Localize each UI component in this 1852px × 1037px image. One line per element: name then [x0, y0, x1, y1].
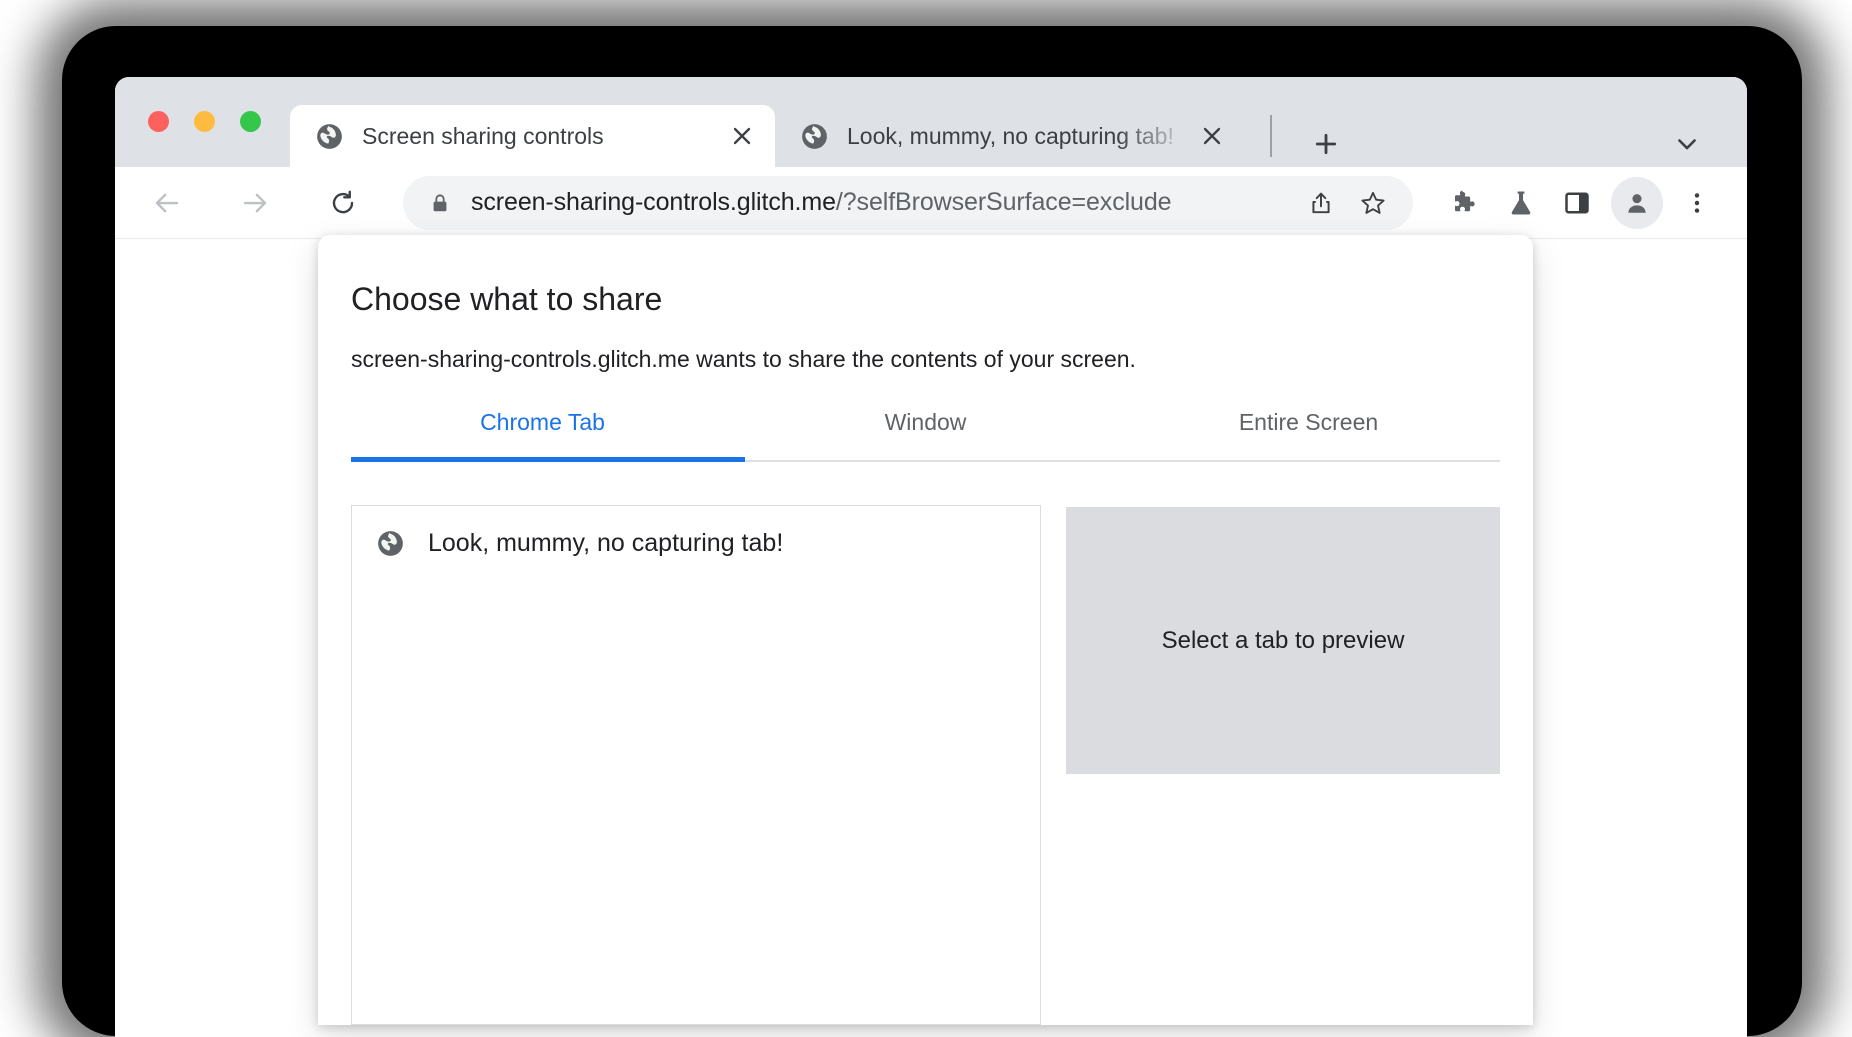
url-text: screen-sharing-controls.glitch.me/?selfB… [471, 188, 1295, 217]
minimize-window-button[interactable] [194, 111, 215, 132]
tab-title: Screen sharing controls [362, 122, 604, 149]
page-viewport: Choose what to share screen-sharing-cont… [115, 235, 1747, 1037]
close-tab-button[interactable] [1195, 119, 1229, 153]
person-icon[interactable] [1611, 176, 1663, 229]
close-window-button[interactable] [148, 111, 169, 132]
globe-icon [801, 123, 828, 150]
zoom-window-button[interactable] [240, 111, 261, 132]
url-host: screen-sharing-controls.glitch.me [471, 188, 836, 216]
browser-toolbar: screen-sharing-controls.glitch.me/?selfB… [115, 167, 1747, 239]
browser-tab-screen-sharing-controls[interactable]: Screen sharing controls [290, 105, 775, 167]
address-bar[interactable]: screen-sharing-controls.glitch.me/?selfB… [403, 175, 1413, 230]
tab-divider [1270, 115, 1272, 157]
tab-entire-screen[interactable]: Entire Screen [1117, 409, 1500, 460]
url-path: /?selfBrowserSurface=exclude [835, 188, 1172, 216]
star-icon[interactable] [1347, 177, 1399, 229]
share-picker-dialog: Choose what to share screen-sharing-cont… [318, 235, 1533, 1025]
three-dot-menu-icon[interactable] [1669, 175, 1725, 231]
tab-title: Look, mummy, no capturing tab! [847, 122, 1174, 149]
surface-type-tabs: Chrome Tab Window Entire Screen [351, 409, 1500, 462]
new-tab-button[interactable] [1298, 121, 1354, 167]
close-tab-button[interactable] [725, 119, 759, 153]
tab-chrome-tab[interactable]: Chrome Tab [351, 409, 734, 460]
share-icon[interactable] [1295, 177, 1347, 229]
preview-pane: Select a tab to preview [1066, 507, 1500, 774]
back-button[interactable] [139, 175, 195, 231]
list-item[interactable]: Look, mummy, no capturing tab! [352, 506, 1040, 580]
puzzle-icon[interactable] [1437, 175, 1493, 231]
dialog-subtitle: screen-sharing-controls.glitch.me wants … [351, 346, 1136, 372]
preview-placeholder-text: Select a tab to preview [1161, 626, 1405, 654]
shareable-tab-list: Look, mummy, no capturing tab! [351, 505, 1041, 1025]
dialog-title: Choose what to share [351, 281, 663, 317]
toolbar-actions [1413, 175, 1747, 231]
flask-icon[interactable] [1493, 175, 1549, 231]
list-item-label: Look, mummy, no capturing tab! [428, 528, 784, 557]
browser-tab-look-mummy[interactable]: Look, mummy, no capturing tab! [775, 105, 1245, 167]
globe-icon [316, 123, 343, 150]
reload-button[interactable] [315, 175, 371, 231]
forward-button[interactable] [227, 175, 283, 231]
globe-icon [377, 530, 404, 557]
browser-window: Screen sharing controls Look, mummy, no … [115, 77, 1747, 1037]
tab-strip: Screen sharing controls Look, mummy, no … [115, 77, 1747, 167]
tab-search-chevron-down-icon[interactable] [1659, 121, 1715, 167]
dialog-content: Look, mummy, no capturing tab! Select a … [351, 505, 1500, 1025]
lock-icon [429, 190, 451, 216]
tab-window[interactable]: Window [734, 409, 1117, 460]
side-panel-icon[interactable] [1549, 175, 1605, 231]
traffic-lights [148, 111, 261, 132]
